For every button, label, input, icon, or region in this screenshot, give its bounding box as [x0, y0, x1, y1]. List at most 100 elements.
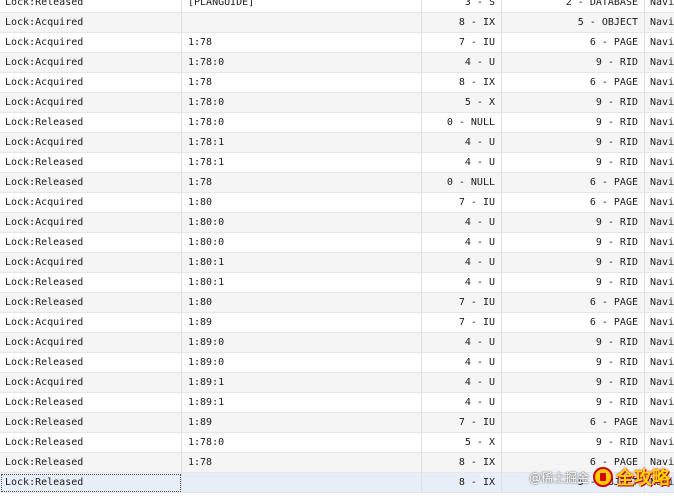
table-row[interactable]: Lock:Acquired 1:89:1 4 - U9 - RID Navi — [0, 373, 674, 393]
event-class-cell: Lock:Released — [0, 353, 182, 373]
application-cell: Navi — [650, 197, 674, 208]
table-row[interactable]: Lock:Acquired 1:80:0 4 - U9 - RID Navi — [0, 213, 674, 233]
resource-cell: 1:78:0 — [182, 93, 422, 113]
resource-cell — [182, 473, 422, 493]
type-cell: 9 - RID — [502, 253, 645, 273]
application-cell: Navi — [650, 257, 674, 268]
table-row[interactable]: Lock:Acquired 1:89 7 - IU 6 - PAGE Navi — [0, 313, 674, 333]
event-class-cell: Lock:Acquired — [0, 193, 182, 213]
mode-cell: 0 - NULL — [422, 113, 502, 133]
table-row[interactable]: Lock:Released 1:80:0 4 - U9 - RID Navi — [0, 233, 674, 253]
application-cell: Navi — [650, 157, 674, 168]
trace-results-grid: Lock:Released [PLANGUIDE] 3 - S2 - DATABAS… — [0, 0, 674, 493]
table-row[interactable]: Lock:Released 1:89:0 4 - U9 - RID Navi — [0, 353, 674, 373]
event-class-cell: Lock:Acquired — [0, 13, 182, 33]
type-cell: 6 - PAGE — [502, 453, 645, 473]
type-cell: 9 - RID — [502, 273, 645, 293]
event-class-cell: Lock:Released — [0, 473, 182, 493]
mode-cell: 4 - U — [422, 353, 502, 373]
table-row[interactable]: Lock:Acquired 1:78:0 4 - U9 - RID Navi — [0, 53, 674, 73]
resource-cell: 1:80 — [182, 293, 422, 313]
table-row[interactable]: Lock:Released 8 - IX 5 - OBJECT Navi — [0, 473, 674, 493]
application-cell: Navi — [650, 217, 674, 228]
type-cell: 6 - PAGE — [502, 73, 645, 93]
event-class-cell: Lock:Acquired — [0, 33, 182, 53]
type-cell: 5 - OBJECT — [502, 473, 645, 493]
table-row[interactable]: Lock:Acquired 1:78:1 4 - U9 - RID Navi — [0, 133, 674, 153]
table-row[interactable]: Lock:Acquired 1:78:0 5 - X9 - RID Navi — [0, 93, 674, 113]
application-cell: Navi — [650, 97, 674, 108]
application-cell: Navi — [650, 477, 674, 488]
type-cell: 9 - RID — [502, 93, 645, 113]
application-cell: Navi — [650, 417, 674, 428]
mode-cell: 3 - S — [422, 0, 502, 13]
table-row[interactable]: Lock:Released 1:89 7 - IU 6 - PAGE Navi — [0, 413, 674, 433]
application-cell: Navi — [650, 297, 674, 308]
table-row[interactable]: Lock:Released 1:78 8 - IX 6 - PAGE Navi — [0, 453, 674, 473]
event-class-cell: Lock:Released — [0, 233, 182, 253]
event-class-cell: Lock:Released — [0, 293, 182, 313]
table-row[interactable]: Lock:Acquired 1:78 7 - IU 6 - PAGE Navi — [0, 33, 674, 53]
type-cell: 2 - DATABASE — [502, 0, 645, 13]
mode-cell: 8 - IX — [422, 13, 502, 33]
table-row[interactable]: Lock:Released 1:78:0 5 - X9 - RID Navi — [0, 433, 674, 453]
type-cell: 9 - RID — [502, 373, 645, 393]
resource-cell: 1:89:0 — [182, 353, 422, 373]
type-cell: 6 - PAGE — [502, 413, 645, 433]
application-cell: Navi — [650, 0, 674, 8]
mode-cell: 4 - U — [422, 273, 502, 293]
type-cell: 6 - PAGE — [502, 293, 645, 313]
type-cell: 9 - RID — [502, 133, 645, 153]
event-class-cell: Lock:Released — [0, 113, 182, 133]
mode-cell: 4 - U — [422, 393, 502, 413]
table-row[interactable]: Lock:Acquired 1:80 7 - IU 6 - PAGE Navi — [0, 193, 674, 213]
application-cell: Navi — [650, 337, 674, 348]
mode-cell: 4 - U — [422, 213, 502, 233]
resource-cell: 1:89:1 — [182, 373, 422, 393]
type-cell: 5 - OBJECT — [502, 13, 645, 33]
type-cell: 6 - PAGE — [502, 313, 645, 333]
mode-cell: 0 - NULL — [422, 173, 502, 193]
application-cell: Navi — [650, 397, 674, 408]
resource-cell: 1:78 — [182, 73, 422, 93]
type-cell: 9 - RID — [502, 53, 645, 73]
event-class-cell: Lock:Acquired — [0, 373, 182, 393]
resource-cell: 1:78:0 — [182, 433, 422, 453]
resource-cell: 1:89 — [182, 413, 422, 433]
table-row[interactable]: Lock:Acquired 8 - IX 5 - OBJECT Navi — [0, 13, 674, 33]
resource-cell: 1:78 — [182, 173, 422, 193]
table-row[interactable]: Lock:Released 1:80:1 4 - U9 - RID Navi — [0, 273, 674, 293]
mode-cell: 7 - IU — [422, 33, 502, 53]
type-cell: 9 - RID — [502, 393, 645, 413]
table-row[interactable]: Lock:Released 1:89:1 4 - U9 - RID Navi — [0, 393, 674, 413]
table-row[interactable]: Lock:Released 1:78 0 - NULL 6 - PAGE Navi — [0, 173, 674, 193]
mode-cell: 4 - U — [422, 233, 502, 253]
table-row[interactable]: Lock:Acquired 1:78 8 - IX 6 - PAGE Navi — [0, 73, 674, 93]
application-cell: Navi — [650, 117, 674, 128]
application-cell: Navi — [650, 137, 674, 148]
event-class-cell: Lock:Released — [0, 153, 182, 173]
mode-cell: 4 - U — [422, 373, 502, 393]
event-class-cell: Lock:Acquired — [0, 93, 182, 113]
table-row[interactable]: Lock:Acquired 1:89:0 4 - U9 - RID Navi — [0, 333, 674, 353]
resource-cell — [182, 13, 422, 33]
mode-cell: 4 - U — [422, 153, 502, 173]
mode-cell: 7 - IU — [422, 313, 502, 333]
resource-cell: 1:78 — [182, 33, 422, 53]
mode-cell: 7 - IU — [422, 413, 502, 433]
table-row[interactable]: Lock:Released 1:78:0 0 - NULL 9 - RID Navi — [0, 113, 674, 133]
table-row[interactable]: Lock:Released 1:80 7 - IU 6 - PAGE Navi — [0, 293, 674, 313]
type-cell: 9 - RID — [502, 113, 645, 133]
event-class-cell: Lock:Acquired — [0, 313, 182, 333]
table-row[interactable]: Lock:Released 1:78:1 4 - U9 - RID Navi — [0, 153, 674, 173]
application-cell: Navi — [650, 277, 674, 288]
type-cell: 9 - RID — [502, 353, 645, 373]
table-row[interactable]: Lock:Released [PLANGUIDE] 3 - S2 - DATABAS… — [0, 0, 674, 13]
trace-rows: Lock:Released [PLANGUIDE] 3 - S2 - DATABAS… — [0, 0, 674, 493]
resource-cell: [PLANGUIDE] — [182, 0, 422, 13]
resource-cell: 1:80:1 — [182, 253, 422, 273]
event-class-cell: Lock:Acquired — [0, 253, 182, 273]
event-class-cell: Lock:Acquired — [0, 333, 182, 353]
table-row[interactable]: Lock:Acquired 1:80:1 4 - U9 - RID Navi — [0, 253, 674, 273]
event-class-cell: Lock:Released — [0, 453, 182, 473]
